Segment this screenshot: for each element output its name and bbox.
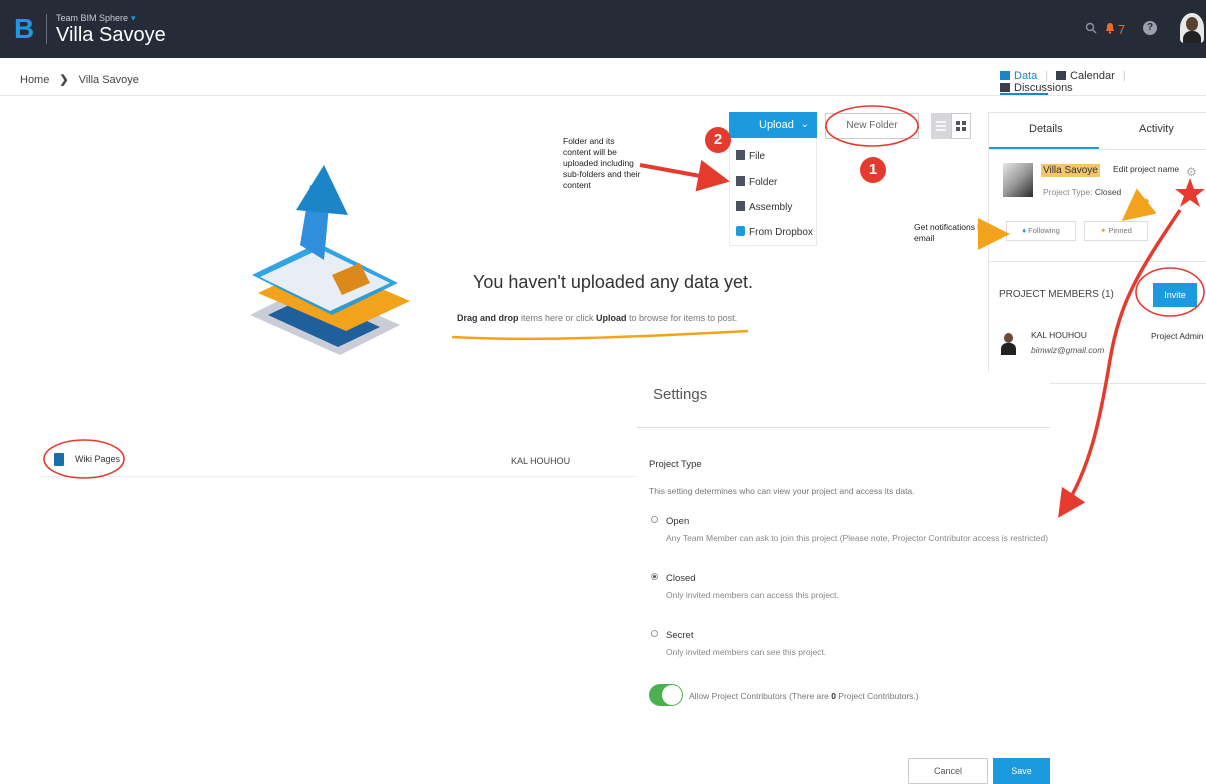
wiki-pages-link[interactable]: Wiki Pages — [75, 454, 120, 464]
following-button[interactable]: ♦ Following — [1006, 221, 1076, 241]
details-panel: Details Activity Villa Savoye Edit proje… — [988, 112, 1206, 384]
grid-view-button[interactable] — [951, 113, 971, 139]
tab-divider: | — [1045, 70, 1049, 82]
dialog-divider — [637, 427, 1050, 428]
member-avatar — [1001, 333, 1016, 355]
breadcrumb-home[interactable]: Home — [20, 74, 49, 86]
project-name[interactable]: Villa Savoye — [1041, 164, 1100, 177]
chevron-right-icon: ❯ — [59, 74, 69, 86]
members-title: PROJECT MEMBERS (1) — [999, 289, 1114, 300]
radio-closed[interactable] — [651, 573, 658, 580]
tab-calendar-label: Calendar — [1070, 70, 1115, 82]
logo-divider — [46, 14, 47, 44]
notifications-annotation: Get notifications by email — [914, 222, 987, 243]
data-icon — [1000, 71, 1010, 80]
radio-secret[interactable] — [651, 630, 658, 637]
discussions-icon — [1000, 83, 1010, 92]
menu-item-label: File — [749, 151, 766, 162]
tab-data-label: Data — [1014, 70, 1038, 82]
pin-icon: ✦ — [1100, 226, 1107, 235]
project-type-description: This setting determines who can view you… — [649, 486, 915, 496]
pinned-button[interactable]: ✦ Pinned — [1084, 221, 1148, 241]
radio-open[interactable] — [651, 516, 658, 523]
settings-title: Settings — [653, 386, 708, 403]
upload-illustration — [250, 165, 410, 355]
member-name: KAL HOUHOU — [1031, 330, 1087, 340]
view-tabs: Data | Calendar |Discussions — [1000, 70, 1206, 94]
member-role: Project Admin — [1151, 331, 1204, 341]
user-avatar[interactable] — [1180, 13, 1204, 43]
list-view-button[interactable] — [931, 113, 951, 139]
top-bar: B Team BIM Sphere ▾ Villa Savoye 7 ? — [0, 0, 1206, 58]
project-title: Villa Savoye — [56, 24, 166, 46]
team-name: Team BIM Sphere — [56, 13, 129, 23]
arrow-to-folder — [639, 159, 730, 192]
gear-icon[interactable]: ⚙ — [1186, 165, 1197, 179]
invite-button[interactable]: Invite — [1153, 283, 1197, 307]
breadcrumb: Home ❯ Villa Savoye — [20, 73, 139, 86]
option-secret-desc: Only invited members can see this projec… — [666, 647, 827, 657]
wiki-owner: KAL HOUHOU — [511, 456, 571, 466]
member-email[interactable]: bimwiz@gmail.com — [1031, 345, 1104, 355]
project-thumbnail — [1003, 163, 1033, 197]
assembly-icon — [736, 201, 745, 211]
cancel-button[interactable]: Cancel — [908, 758, 988, 784]
empty-state-title: You haven't uploaded any data yet. — [473, 272, 754, 292]
folder-annotation: Folder and its content will be uploaded … — [563, 136, 641, 190]
tab-data[interactable]: Data — [1000, 70, 1037, 82]
option-secret-label: Secret — [666, 630, 694, 641]
help-icon[interactable]: ? — [1143, 21, 1157, 35]
chevron-down-icon: ▾ — [131, 13, 136, 23]
bell-icon: ♦ — [1022, 226, 1027, 235]
upload-label: Upload — [759, 119, 794, 131]
upload-dropbox-item[interactable]: From Dropbox — [736, 226, 813, 238]
option-closed-label: Closed — [666, 573, 696, 584]
row-divider — [40, 476, 640, 477]
chevron-down-icon[interactable]: ⌄ — [801, 112, 809, 138]
breadcrumb-current: Villa Savoye — [78, 74, 139, 86]
wiki-icon — [54, 453, 64, 466]
tab-calendar[interactable]: Calendar — [1056, 70, 1115, 82]
bim360-logo[interactable]: B — [14, 14, 36, 44]
empty-state-hint: Drag and drop items here or click Upload… — [457, 313, 738, 323]
bell-icon[interactable] — [1105, 22, 1115, 37]
dropbox-icon — [736, 226, 745, 236]
highlight-underline — [451, 329, 749, 341]
project-type-heading: Project Type — [649, 459, 702, 470]
upload-button[interactable]: Upload ⌄ — [729, 112, 817, 138]
edit-project-name-annotation: Edit project name — [1113, 164, 1180, 174]
upload-folder-item[interactable]: Folder — [736, 176, 777, 188]
notification-count[interactable]: 7 — [1118, 22, 1125, 37]
search-icon[interactable] — [1085, 22, 1097, 37]
option-open-label: Open — [666, 516, 690, 527]
allow-contributors-label: Allow Project Contributors (There are 0 … — [689, 691, 919, 701]
upload-file-item[interactable]: File — [736, 150, 765, 162]
calendar-icon — [1056, 71, 1067, 80]
upload-link[interactable]: Upload — [596, 313, 627, 323]
upload-assembly-item[interactable]: Assembly — [736, 201, 792, 213]
header-divider — [0, 95, 1206, 96]
allow-contributors-toggle[interactable] — [649, 684, 683, 706]
save-button[interactable]: Save — [993, 758, 1050, 784]
menu-item-label: From Dropbox — [749, 227, 813, 238]
panel-divider — [989, 149, 1206, 150]
step-1-badge: 1 — [860, 157, 886, 183]
team-selector[interactable]: Team BIM Sphere ▾ — [56, 13, 136, 24]
file-icon — [736, 150, 745, 160]
settings-dialog: Settings Project Type This setting deter… — [637, 372, 1050, 784]
new-folder-button[interactable]: New Folder — [825, 113, 919, 139]
panel-divider — [989, 261, 1206, 262]
tab-divider: | — [1122, 70, 1126, 82]
option-closed-desc: Only invited members can access this pro… — [666, 590, 839, 600]
menu-item-label: Folder — [749, 177, 778, 188]
step-2-badge: 2 — [705, 127, 731, 153]
menu-item-label: Assembly — [749, 202, 793, 213]
folder-icon — [736, 176, 745, 186]
project-type: Project Type: Closed — [1043, 187, 1122, 197]
tab-details[interactable]: Details — [1029, 123, 1063, 135]
upload-menu: File Folder Assembly From Dropbox — [729, 138, 817, 246]
option-open-desc: Any Team Member can ask to join this pro… — [666, 533, 1049, 543]
tab-activity[interactable]: Activity — [1139, 123, 1174, 135]
